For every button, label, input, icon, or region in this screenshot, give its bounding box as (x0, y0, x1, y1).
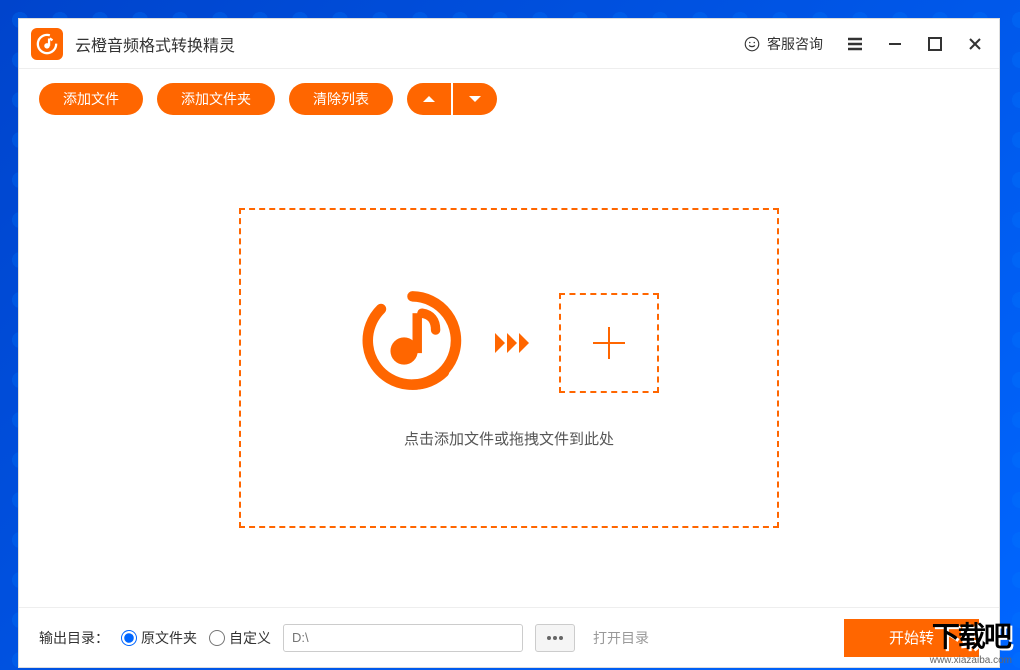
music-note-icon (360, 288, 465, 398)
forward-arrows-icon (495, 333, 529, 353)
radio-original-input[interactable] (121, 630, 137, 646)
add-target-box (559, 293, 659, 393)
radio-original-folder[interactable]: 原文件夹 (121, 628, 197, 648)
drop-zone[interactable]: 点击添加文件或拖拽文件到此处 (239, 208, 779, 528)
maximize-button[interactable] (923, 32, 947, 56)
support-label: 客服咨询 (767, 34, 823, 54)
minimize-button[interactable] (883, 32, 907, 56)
move-down-button[interactable] (453, 83, 497, 115)
close-button[interactable] (963, 32, 987, 56)
radio-custom-label: 自定义 (229, 628, 271, 648)
chevron-down-icon (467, 93, 483, 105)
smile-icon (743, 35, 761, 53)
radio-original-label: 原文件夹 (141, 628, 197, 648)
reorder-controls (407, 83, 497, 115)
titlebar: 云橙音频格式转换精灵 客服咨询 (19, 19, 999, 69)
open-directory-link[interactable]: 打开目录 (593, 628, 649, 648)
bottom-bar: 输出目录： 原文件夹 自定义 打开目录 开始转 (19, 607, 999, 667)
radio-custom-folder[interactable]: 自定义 (209, 628, 271, 648)
window-controls (843, 32, 987, 56)
plus-icon (589, 323, 629, 363)
toolbar: 添加文件 添加文件夹 清除列表 (19, 69, 999, 129)
chevron-up-icon (421, 93, 437, 105)
add-file-button[interactable]: 添加文件 (39, 83, 143, 115)
drop-zone-graphics (360, 288, 659, 398)
output-label: 输出目录： (39, 628, 109, 648)
drop-zone-hint: 点击添加文件或拖拽文件到此处 (404, 428, 614, 449)
app-window: 云橙音频格式转换精灵 客服咨询 添加文件 添加文件夹 清除列表 (18, 18, 1000, 668)
start-convert-button[interactable]: 开始转 (844, 619, 979, 657)
app-icon (31, 28, 63, 60)
clear-list-button[interactable]: 清除列表 (289, 83, 393, 115)
add-folder-button[interactable]: 添加文件夹 (157, 83, 275, 115)
browse-button[interactable] (535, 624, 575, 652)
main-area: 点击添加文件或拖拽文件到此处 (19, 129, 999, 607)
output-path-input[interactable] (283, 624, 523, 652)
menu-button[interactable] (843, 32, 867, 56)
app-title: 云橙音频格式转换精灵 (75, 32, 235, 56)
support-link[interactable]: 客服咨询 (743, 34, 823, 54)
radio-custom-input[interactable] (209, 630, 225, 646)
move-up-button[interactable] (407, 83, 451, 115)
